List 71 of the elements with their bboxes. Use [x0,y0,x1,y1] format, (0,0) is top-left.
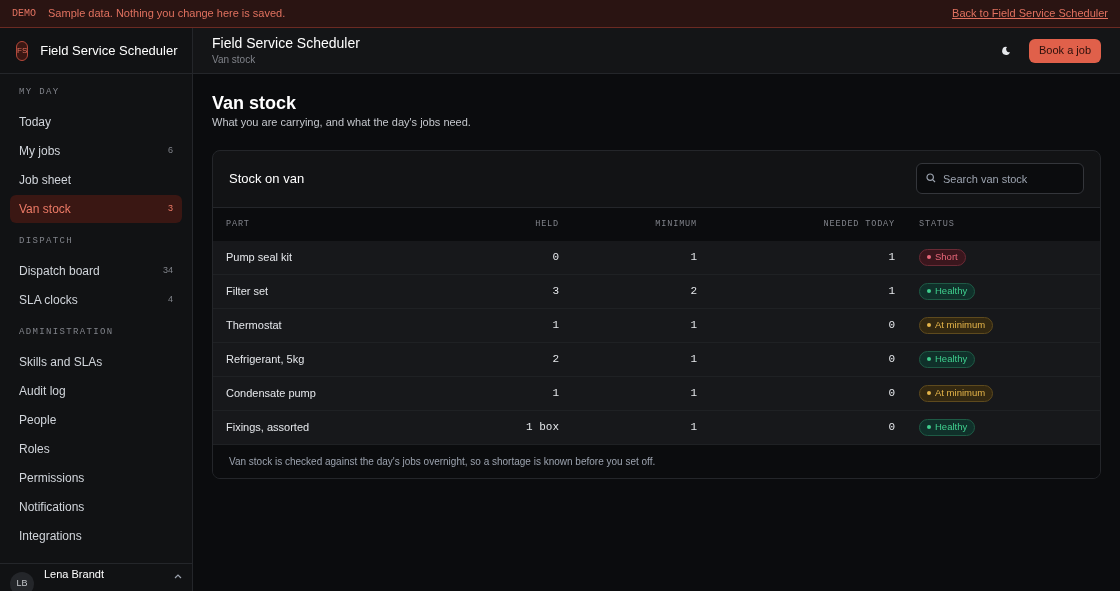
table-cell-text: 1 box [525,419,559,435]
logo-badge: FS [16,40,29,61]
demo-tag: DEMO [12,6,36,21]
status-badge: Healthy [919,418,976,436]
nav-item[interactable]: Roles [10,435,182,463]
table-cell-text: 1 [689,249,697,265]
nav-item[interactable]: Job sheet [10,166,182,194]
banner-message: Sample data. Nothing you change here is saved. [48,6,286,22]
table-cell-text: Filter set [226,283,270,299]
table-cell-text: 1 [551,385,559,401]
nav-item[interactable]: Skills and SLAs [10,348,182,376]
app-name: Field Service Scheduler [40,41,178,60]
table-cell-text: 2 [689,283,697,299]
card-footnote: Van stock is checked against the day's jobs overnight, so a shortage is known before you set off. [229,454,656,469]
status-badge: At minimum [919,384,994,402]
nav-item[interactable]: Audit log [10,377,182,405]
nav-count: 4 [168,293,173,307]
status-badge: Healthy [919,350,976,368]
nav-count: 6 [168,144,173,158]
column-header: PART [226,217,251,231]
user-avatar: LB [10,572,34,591]
search-field[interactable]: Search van stock [916,163,1084,194]
table-cell-text: 0 [551,249,559,265]
column-header: STATUS [918,217,956,231]
status-badge: Healthy [919,282,976,300]
table-cell-text: 1 [887,249,895,265]
page-subtitle: What you are carrying, and what the day's jobs need. [212,115,472,130]
table-cell-text: 0 [887,317,895,333]
table-cell-text: Pump seal kit [226,249,294,265]
status-badge: At minimum [919,316,994,334]
column-header: MINIMUM [654,217,697,231]
section-heading: MY DAY [18,86,61,100]
nav-item[interactable]: People [10,406,182,434]
section-heading: DISPATCH [18,235,74,249]
status-badge: Short [919,248,966,266]
moon-icon[interactable] [1001,45,1011,56]
table-cell-text: 1 [887,283,895,299]
nav-item[interactable]: Van stock 3 [10,195,182,223]
table-cell-text: 0 [887,419,895,435]
nav-item[interactable]: Notifications [10,493,182,521]
table-cell-text: 0 [887,385,895,401]
nav-item[interactable]: SLA clocks 4 [10,286,182,314]
book-job-button[interactable]: Book a job [1029,38,1101,63]
column-header: HELD [534,217,559,231]
table-cell-text: Fixings, assorted [226,419,311,435]
nav-item[interactable]: Integrations [10,522,182,550]
table-cell-text: Thermostat [226,317,283,333]
card-title: Stock on van [229,169,305,188]
table-cell-text: 3 [551,283,559,299]
table-cell-text: 1 [689,317,697,333]
table-cell-text: 1 [689,385,697,401]
column-header: NEEDED TODAY [822,217,895,231]
nav-count: 34 [163,264,173,278]
table-cell-text: 0 [887,351,895,367]
user-name: Lena Brandt [44,568,104,580]
header-title: Field Service Scheduler [212,34,360,52]
nav-item[interactable]: My jobs 6 [10,137,182,165]
nav-count: 3 [168,202,173,216]
table-cell-text: 1 [551,317,559,333]
nav-item[interactable]: Dispatch board 34 [10,257,182,285]
nav-item[interactable]: Today [10,108,182,136]
table-cell-text: Refrigerant, 5kg [226,351,306,367]
table-cell-text: 1 [689,419,697,435]
table-cell-text: Condensate pump [226,385,317,401]
table-cell-text: 1 [689,351,697,367]
breadcrumb: Van stock [212,53,257,67]
back-link[interactable]: Back to Field Service Scheduler [952,5,1108,22]
nav-item[interactable]: Permissions [10,464,182,492]
table-cell-text: 2 [551,351,559,367]
section-heading: ADMINISTRATION [18,326,115,340]
page-title: Van stock [212,92,298,114]
